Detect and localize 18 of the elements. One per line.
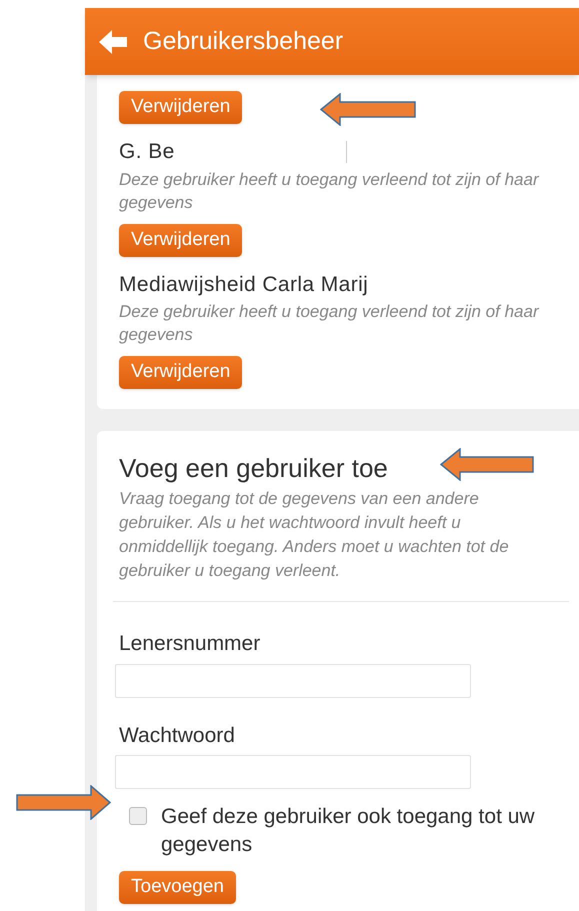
section-description: Vraag toegang tot de gegevens van een andere gebruiker. Als u het wachtwoord invult heeft u onmiddellijk toegang. Anders moet u wachten tot de gebruiker u toegang verleent. xyxy=(119,488,510,582)
header-title: Gebruikersbeheer xyxy=(143,26,344,57)
user-name: G. Be xyxy=(119,139,175,165)
back-arrow-icon[interactable] xyxy=(99,28,129,54)
remove-button[interactable]: Verwijderen xyxy=(119,356,242,389)
input-field[interactable] xyxy=(115,664,471,698)
input-field[interactable] xyxy=(115,755,471,789)
field-label: Lenersnummer xyxy=(119,631,260,657)
remove-button[interactable]: Verwijderen xyxy=(119,91,242,124)
field-label: Wachtwoord xyxy=(119,722,235,748)
user-description: Deze gebruiker heeft u toegang verleend tot zijn of haar gegevens xyxy=(119,301,540,346)
user-name: Mediawijsheid Carla Marij xyxy=(119,272,368,298)
section-title: Voeg een gebruiker toe xyxy=(119,453,388,483)
remove-button[interactable]: Verwijderen xyxy=(119,224,242,256)
checkbox[interactable] xyxy=(129,807,147,825)
add-button[interactable]: Toevoegen xyxy=(119,871,236,904)
checkbox-label: Geef deze gebruiker ook toegang tot uw gegevens xyxy=(161,804,536,858)
user-description: Deze gebruiker heeft u toegang verleend tot zijn of haar gegevens xyxy=(119,168,540,214)
